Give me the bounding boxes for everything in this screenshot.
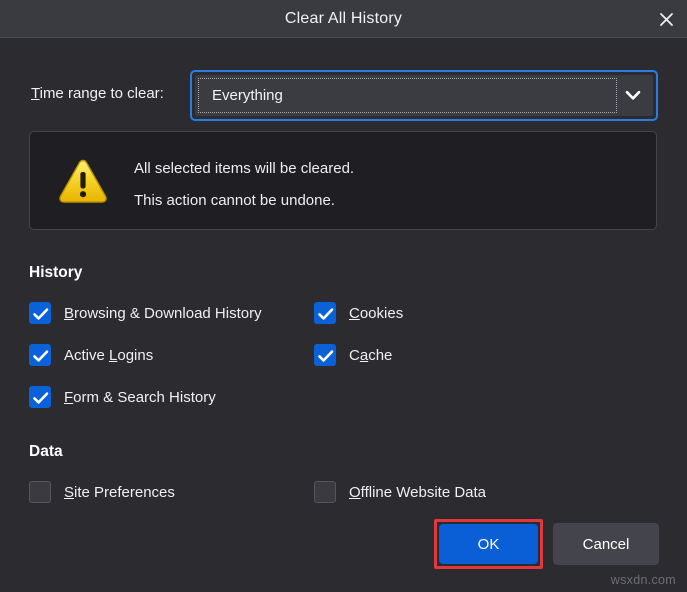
label-pre: C [349, 347, 360, 364]
time-range-label: Time range to clear: [31, 85, 164, 102]
accesskey-letter: O [349, 484, 361, 501]
cancel-button[interactable]: Cancel [553, 523, 659, 565]
checkbox-label: Form & Search History [64, 389, 216, 406]
checkbox-input[interactable] [314, 302, 336, 324]
label-rest: ookies [360, 305, 403, 322]
label-rest: ogins [117, 347, 153, 364]
accesskey-letter: S [64, 484, 74, 501]
checkbox-active-logins[interactable]: Active Logins [29, 344, 153, 366]
label-rest: che [368, 347, 392, 364]
checkbox-label: Cookies [349, 305, 403, 322]
checkbox-input[interactable] [314, 481, 336, 503]
time-range-accesskey: T [31, 85, 40, 102]
checkbox-input[interactable] [29, 344, 51, 366]
checkbox-label: Offline Website Data [349, 484, 486, 501]
accesskey-letter: C [349, 305, 360, 322]
accesskey-letter: F [64, 389, 73, 406]
warning-text: All selected items will be cleared. This… [134, 153, 354, 217]
checkbox-label: Cache [349, 347, 392, 364]
checkbox-label: Browsing & Download History [64, 305, 262, 322]
checkbox-site-preferences[interactable]: Site Preferences [29, 481, 175, 503]
label-rest: ite Preferences [74, 484, 175, 501]
checkbox-form-search-history[interactable]: Form & Search History [29, 386, 216, 408]
history-section-title: History [29, 264, 82, 282]
time-range-select[interactable]: Everything [195, 75, 653, 116]
label-rest: orm & Search History [73, 389, 216, 406]
warning-line-1: All selected items will be cleared. [134, 153, 354, 185]
label-pre: Active [64, 347, 109, 364]
time-range-dropdown-focusring: Everything [190, 70, 658, 121]
watermark: wsxdn.com [611, 573, 676, 587]
chevron-down-icon[interactable] [625, 75, 641, 116]
label-rest: ffline Website Data [361, 484, 486, 501]
warning-panel: All selected items will be cleared. This… [29, 131, 657, 230]
warning-triangle-icon [57, 155, 109, 207]
checkbox-offline-website-data[interactable]: Offline Website Data [314, 481, 486, 503]
ok-button[interactable]: OK [439, 524, 538, 564]
close-icon[interactable] [651, 5, 681, 33]
clear-all-history-dialog: Clear All History Time range to clear: E… [0, 0, 687, 592]
dialog-title: Clear All History [0, 0, 687, 38]
checkbox-label: Site Preferences [64, 484, 175, 501]
checkbox-browsing-download-history[interactable]: Browsing & Download History [29, 302, 262, 324]
checkbox-cache[interactable]: Cache [314, 344, 392, 366]
dialog-titlebar: Clear All History [0, 0, 687, 38]
accesskey-letter: a [360, 347, 368, 364]
checkbox-label: Active Logins [64, 347, 153, 364]
time-range-selected-value: Everything [212, 75, 283, 116]
accesskey-letter: B [64, 305, 74, 322]
checkbox-cookies[interactable]: Cookies [314, 302, 403, 324]
checkbox-input[interactable] [29, 386, 51, 408]
checkbox-input[interactable] [29, 481, 51, 503]
time-range-label-rest: ime range to clear: [40, 85, 164, 102]
data-section-title: Data [29, 443, 63, 461]
checkbox-input[interactable] [314, 344, 336, 366]
warning-line-2: This action cannot be undone. [134, 185, 354, 217]
checkbox-input[interactable] [29, 302, 51, 324]
label-rest: rowsing & Download History [74, 305, 262, 322]
